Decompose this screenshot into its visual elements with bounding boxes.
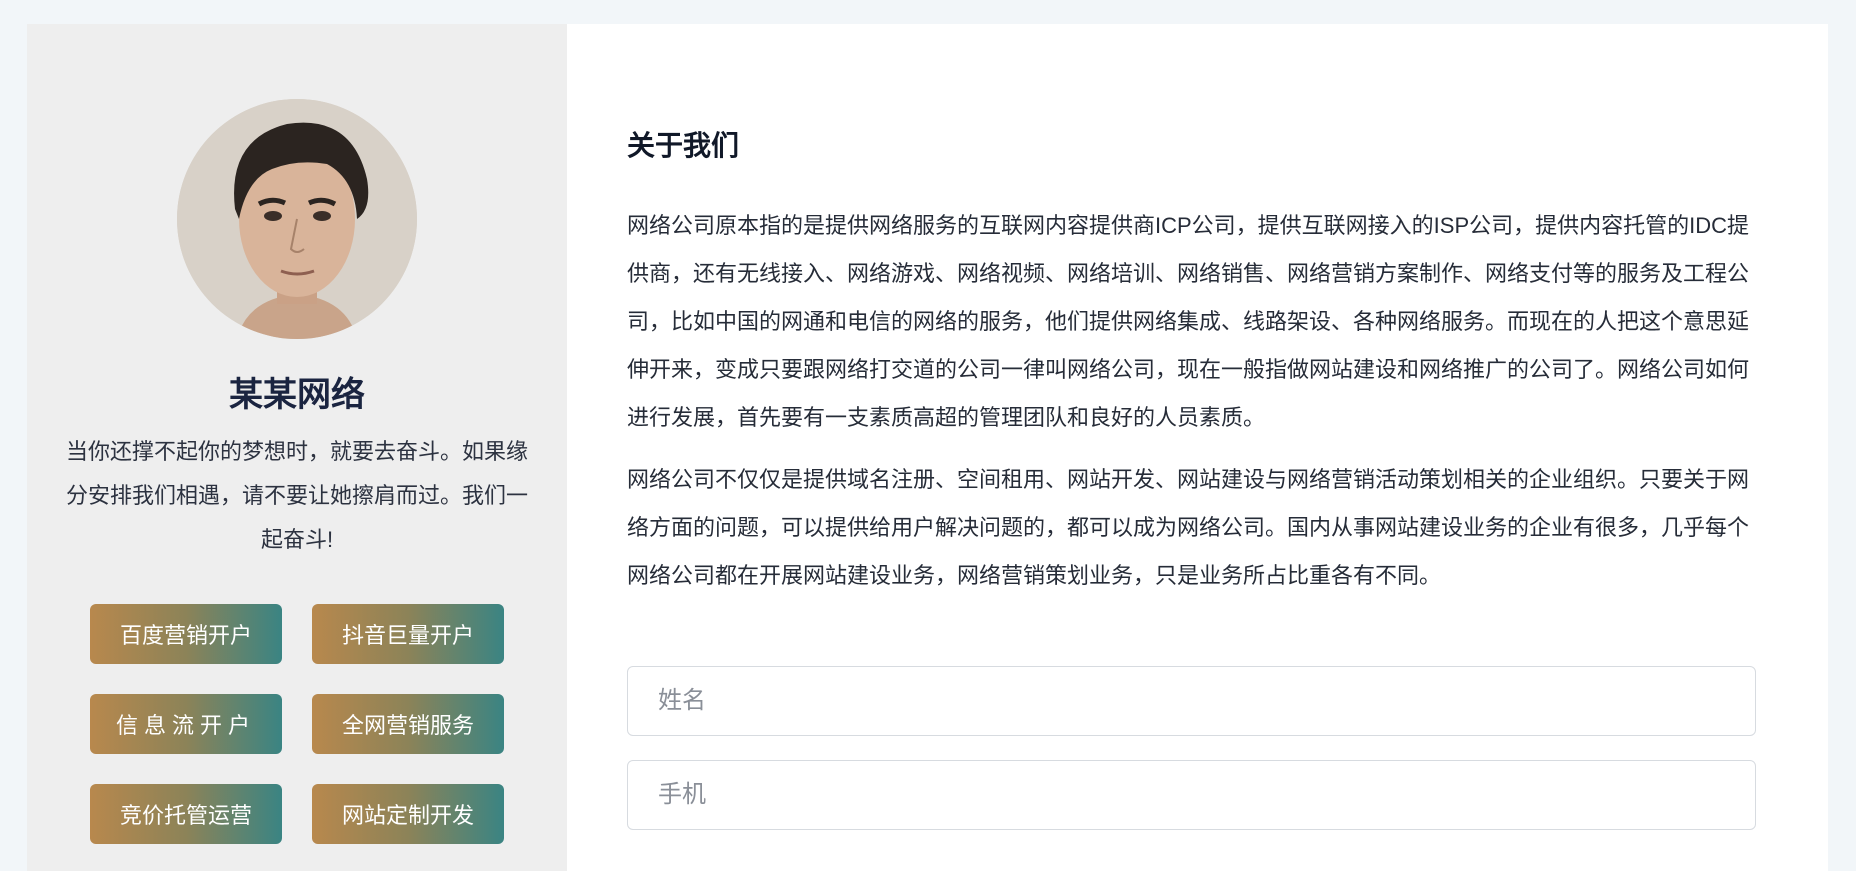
phone-input[interactable] [627, 760, 1756, 830]
feed-ads-account-button[interactable]: 信息流开户 [90, 694, 282, 754]
brand-name: 某某网络 [229, 376, 365, 414]
full-network-marketing-button[interactable]: 全网营销服务 [312, 694, 504, 754]
about-paragraph: 网络公司原本指的是提供网络服务的互联网内容提供商ICP公司，提供互联网接入的IS… [627, 213, 1750, 430]
name-input[interactable] [627, 666, 1756, 736]
profile-sidebar: 某某网络 当你还撑不起你的梦想时，就要去奋斗。如果缘分安排我们相遇，请不要让她擦… [27, 24, 567, 871]
douyin-ocean-engine-account-button[interactable]: 抖音巨量开户 [312, 604, 504, 664]
about-paragraph: 网络公司不仅仅是提供域名注册、空间租用、网站开发、网站建设与网络营销活动策划相关… [627, 467, 1750, 588]
page-container: 某某网络 当你还撑不起你的梦想时，就要去奋斗。如果缘分安排我们相遇，请不要让她擦… [27, 24, 1828, 871]
service-button-grid: 百度营销开户 抖音巨量开户 信息流开户 全网营销服务 竞价托管运营 网站定制开发 [90, 604, 504, 844]
about-title: 关于我们 [627, 130, 740, 161]
contact-form [627, 666, 1756, 830]
bidding-management-button[interactable]: 竞价托管运营 [90, 784, 282, 844]
custom-website-development-button[interactable]: 网站定制开发 [312, 784, 504, 844]
avatar-portrait-image [177, 99, 417, 339]
avatar [177, 99, 417, 339]
baidu-marketing-account-button[interactable]: 百度营销开户 [90, 604, 282, 664]
brand-motto: 当你还撑不起你的梦想时，就要去奋斗。如果缘分安排我们相遇，请不要让她擦肩而过。我… [65, 439, 528, 552]
about-section: 关于我们 网络公司原本指的是提供网络服务的互联网内容提供商ICP公司，提供互联网… [567, 24, 1828, 871]
